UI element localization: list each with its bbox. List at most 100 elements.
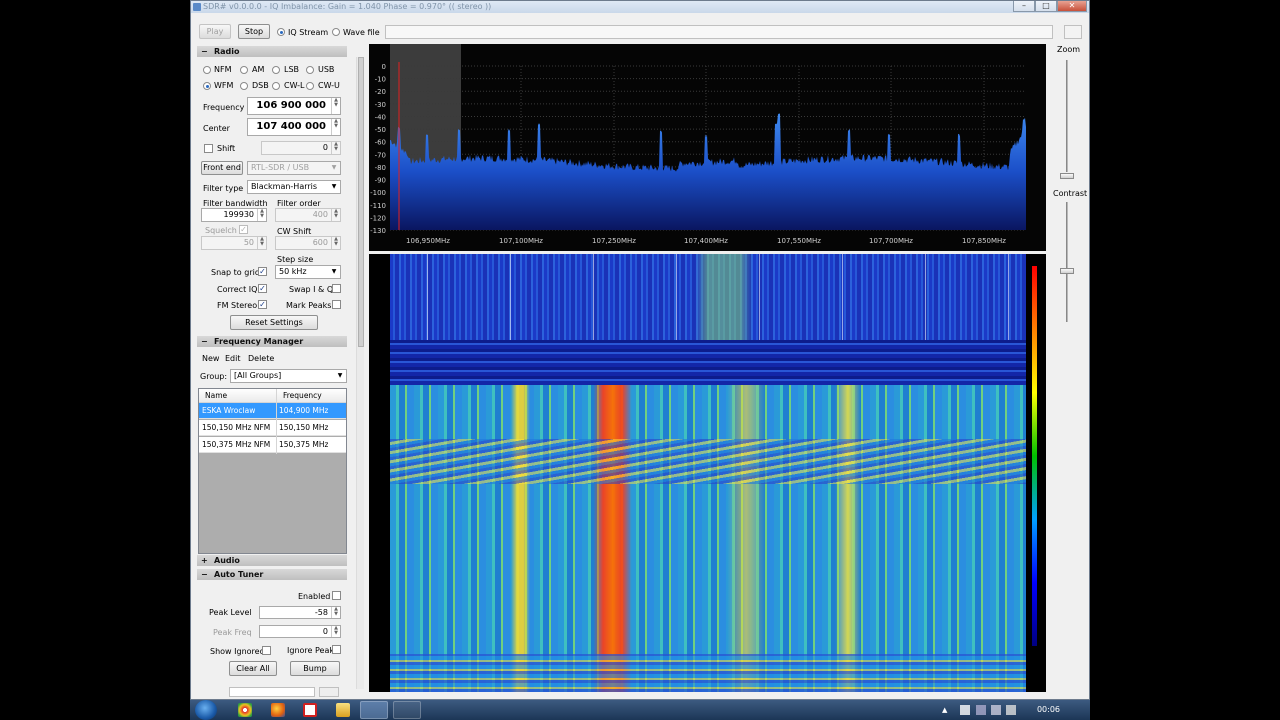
game-taskbar-button[interactable] [393, 701, 421, 719]
filter-order-label: Filter order [277, 199, 321, 208]
mode-am-label: AM [252, 65, 265, 74]
mark-peaks-checkbox[interactable] [332, 300, 341, 309]
frequency-manager-header[interactable]: − Frequency Manager [197, 336, 347, 347]
squelch-checkbox[interactable]: ✓ [239, 225, 248, 234]
minimize-button[interactable]: – [1013, 1, 1035, 12]
flag-icon[interactable] [960, 705, 970, 715]
filter-bandwidth-spinner[interactable]: ▲ ▼ [257, 209, 266, 221]
table-row[interactable]: 150,150 MHz NFM 150,150 MHz [199, 420, 346, 436]
table-row[interactable]: ESKA Wroclaw 104,900 MHz [199, 403, 346, 419]
cw-shift-field[interactable]: 600 ▲ ▼ [275, 236, 341, 250]
waterfall-lower [390, 385, 1026, 692]
play-button[interactable]: Play [199, 24, 231, 39]
auto-tuner-extra-button[interactable] [319, 687, 339, 697]
wave-file-radio[interactable] [332, 28, 340, 36]
filter-bandwidth-field[interactable]: 199930 ▲ ▼ [201, 208, 267, 222]
center-field[interactable]: 107 400 000 ▲ ▼ [247, 118, 341, 136]
reset-settings-button[interactable]: Reset Settings [230, 315, 318, 330]
bump-button[interactable]: Bump [290, 661, 340, 676]
column-name[interactable]: Name [205, 389, 227, 403]
waterfall-display[interactable] [369, 254, 1046, 692]
contrast-track[interactable] [1066, 202, 1068, 322]
mode-wfm-radio[interactable] [203, 82, 211, 90]
fm-menu-edit[interactable]: Edit [225, 354, 241, 363]
frequency-manager-header-label: Frequency Manager [214, 337, 304, 346]
fm-menu-new[interactable]: New [202, 354, 219, 363]
mode-dsb-radio[interactable] [240, 82, 248, 90]
start-button[interactable] [195, 700, 217, 720]
audio-section-header[interactable]: + Audio [197, 555, 347, 566]
snap-to-grid-checkbox[interactable]: ✓ [258, 267, 267, 276]
sdr-taskbar-button[interactable] [360, 701, 388, 719]
zoom-slider-thumb[interactable] [1060, 173, 1074, 179]
mode-usb-radio[interactable] [306, 66, 314, 74]
zoom-track[interactable] [1066, 60, 1068, 172]
shift-spinner[interactable]: ▲ ▼ [331, 142, 340, 154]
frequency-field[interactable]: 106 900 000 ▲ ▼ [247, 97, 341, 115]
swap-iq-checkbox[interactable] [332, 284, 341, 293]
front-end-select[interactable]: RTL-SDR / USB ▼ [247, 161, 341, 175]
iq-stream-radio[interactable] [277, 28, 285, 36]
ignore-peak-checkbox[interactable] [332, 645, 341, 654]
center-spinner[interactable]: ▲ ▼ [331, 119, 340, 135]
wave-file-label: Wave file [343, 28, 380, 37]
app-icon [193, 3, 201, 11]
mode-cwu-radio[interactable] [306, 82, 314, 90]
volume-icon[interactable] [1006, 705, 1016, 715]
peak-level-field[interactable]: -58 ▲ ▼ [259, 606, 341, 619]
file-path-field[interactable] [385, 25, 1053, 39]
show-ignored-checkbox[interactable] [262, 646, 271, 655]
filter-type-select[interactable]: Blackman-Harris ▼ [247, 180, 341, 194]
auto-tuner-extra-field[interactable] [229, 687, 315, 697]
taskbar-clock[interactable]: 00:06 [1037, 700, 1060, 720]
mode-cwl-radio[interactable] [272, 82, 280, 90]
frequency-table[interactable]: Name Frequency ESKA Wroclaw 104,900 MHz … [198, 388, 347, 554]
radio-section-header[interactable]: − Radio [197, 46, 347, 57]
fm-stereo-checkbox[interactable]: ✓ [258, 300, 267, 309]
contrast-slider-thumb[interactable] [1060, 268, 1074, 274]
network-icon[interactable] [976, 705, 986, 715]
peak-level-spinner[interactable]: ▲ ▼ [331, 607, 340, 618]
table-row[interactable]: 150,375 MHz NFM 150,375 MHz [199, 437, 346, 453]
mode-nfm-radio[interactable] [203, 66, 211, 74]
tray-arrow-icon[interactable]: ▲ [942, 706, 950, 714]
step-size-select[interactable]: 50 kHz ▼ [275, 265, 341, 279]
cw-shift-spinner[interactable]: ▲ ▼ [331, 237, 340, 249]
peak-freq-field[interactable]: 0 ▲ ▼ [259, 625, 341, 638]
chevron-down-icon: ▼ [331, 164, 337, 171]
shift-field[interactable]: 0 ▲ ▼ [261, 141, 341, 155]
filter-order-spinner[interactable]: ▲ ▼ [331, 209, 340, 221]
tray-icon[interactable] [991, 705, 1001, 715]
left-panel-scrollbar[interactable] [356, 57, 364, 689]
peak-freq-spinner[interactable]: ▲ ▼ [331, 626, 340, 637]
front-end-value: RTL-SDR / USB [251, 163, 310, 172]
y-tick-label: -110 [370, 202, 386, 210]
clear-all-button[interactable]: Clear All [229, 661, 277, 676]
mode-am-radio[interactable] [240, 66, 248, 74]
taskbar: ▲ 00:06 [190, 700, 1090, 720]
column-frequency[interactable]: Frequency [283, 389, 322, 403]
auto-tuner-header[interactable]: − Auto Tuner [197, 569, 347, 580]
enabled-checkbox[interactable] [332, 591, 341, 600]
group-select[interactable]: [All Groups] ▼ [230, 369, 347, 383]
browse-button[interactable] [1064, 25, 1082, 39]
fm-menu-delete[interactable]: Delete [248, 354, 274, 363]
mode-lsb-radio[interactable] [272, 66, 280, 74]
frequency-spinner[interactable]: ▲ ▼ [331, 98, 340, 114]
filter-order-field[interactable]: 400 ▲ ▼ [275, 208, 341, 222]
close-button[interactable]: ✕ [1057, 1, 1087, 12]
chrome-icon[interactable] [238, 703, 252, 717]
firefox-icon[interactable] [271, 703, 285, 717]
peak-level-value: -58 [314, 608, 328, 617]
maximize-button[interactable]: □ [1035, 1, 1057, 12]
shift-checkbox[interactable] [204, 144, 213, 153]
spectrum-analyzer[interactable]: 0 -10 -20 -30 -40 -50 -60 -70 -80 -90 -100 -110 -120… [369, 44, 1046, 251]
scrollbar-thumb[interactable] [358, 57, 364, 347]
correct-iq-checkbox[interactable]: ✓ [258, 284, 267, 293]
app-icon[interactable] [303, 703, 317, 717]
front-end-button[interactable]: Front end [201, 161, 243, 175]
squelch-spinner[interactable]: ▲ ▼ [257, 237, 266, 249]
stop-button[interactable]: Stop [238, 24, 270, 39]
squelch-field[interactable]: 50 ▲ ▼ [201, 236, 267, 250]
folder-icon[interactable] [336, 703, 350, 717]
